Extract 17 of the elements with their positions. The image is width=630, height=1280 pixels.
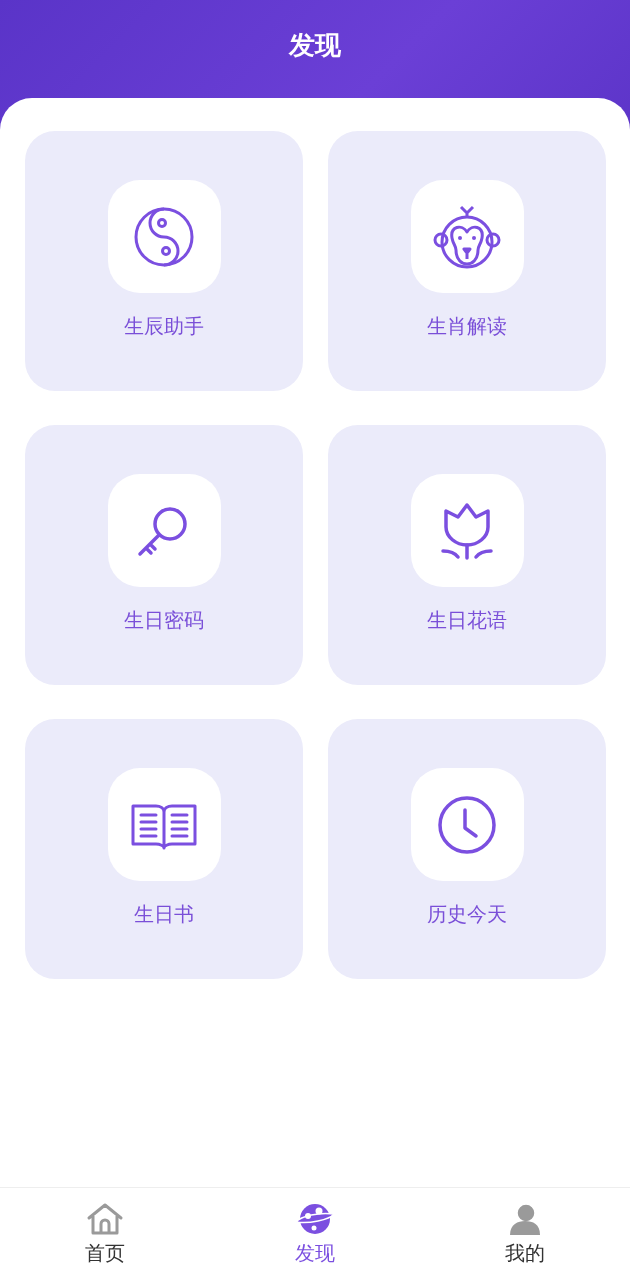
tab-item[interactable]: 首页 [0, 1188, 210, 1280]
yin-yang-icon [133, 205, 195, 268]
planet-icon [295, 1202, 335, 1236]
tab-item[interactable]: 我的 [420, 1188, 630, 1280]
feature-card[interactable]: 历史今天 [328, 719, 606, 979]
feature-card[interactable]: 生辰助手 [25, 131, 303, 391]
monkey-icon [432, 203, 502, 270]
page-title: 发现 [289, 29, 341, 62]
home-icon [86, 1202, 124, 1236]
feature-card[interactable]: 生日密码 [25, 425, 303, 685]
feature-card[interactable]: 生日花语 [328, 425, 606, 685]
tab-item[interactable]: 发现 [210, 1188, 420, 1280]
clock-icon [437, 794, 497, 855]
feature-card[interactable]: 生肖解读 [328, 131, 606, 391]
feature-card[interactable]: 生日书 [25, 719, 303, 979]
tulip-icon [438, 500, 496, 561]
person-icon [508, 1202, 542, 1236]
